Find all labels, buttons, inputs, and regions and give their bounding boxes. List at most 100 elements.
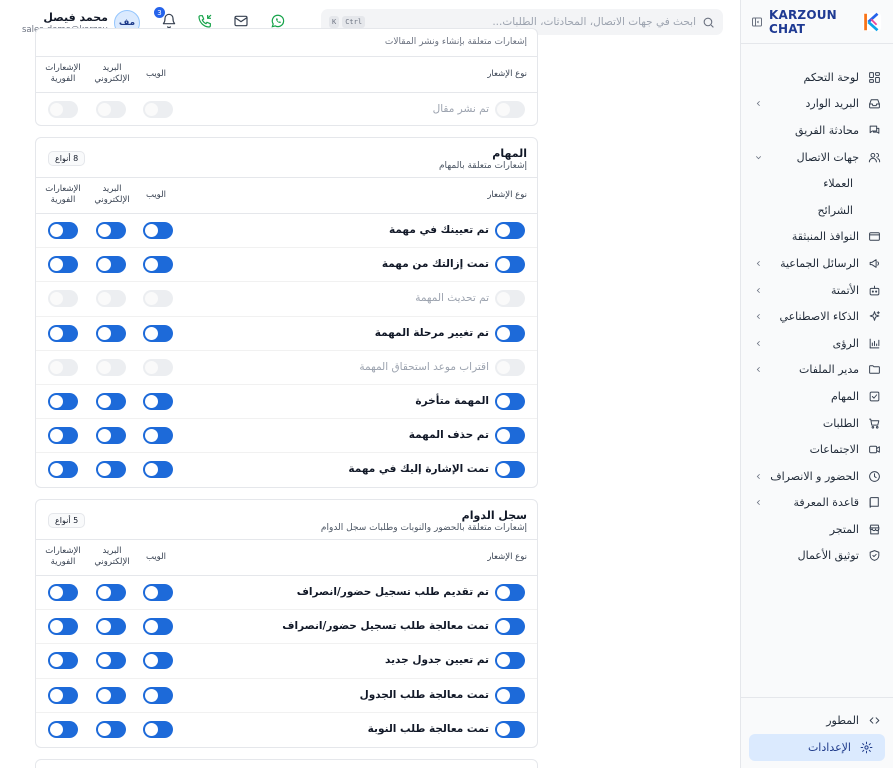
sidebar-item-code[interactable]: المطور xyxy=(741,707,893,734)
email-toggle[interactable] xyxy=(96,461,126,479)
email-toggle[interactable] xyxy=(96,686,126,704)
sidebar-item-clock[interactable]: الحضور و الانصراف xyxy=(741,463,893,490)
row-enable-toggle[interactable] xyxy=(495,324,525,342)
row-enable-toggle[interactable] xyxy=(495,101,525,118)
row-enable-toggle[interactable] xyxy=(495,686,525,704)
sidebar-item-label: المطور xyxy=(826,714,859,727)
sidebar-item-folder[interactable]: مدير الملفات xyxy=(741,357,893,384)
web-toggle[interactable] xyxy=(143,461,173,479)
push-toggle[interactable] xyxy=(48,461,78,479)
push-toggle[interactable] xyxy=(48,222,78,239)
push-toggle[interactable] xyxy=(48,101,78,118)
email-toggle[interactable] xyxy=(96,358,126,376)
push-toggle[interactable] xyxy=(48,584,78,601)
web-toggle[interactable] xyxy=(143,256,173,274)
chevron-left-icon[interactable] xyxy=(753,258,763,268)
email-toggle[interactable] xyxy=(96,392,126,410)
sidebar-item-gear[interactable]: الإعدادات xyxy=(749,734,885,761)
notification-type-label: تم نشر مقال xyxy=(432,103,489,115)
row-enable-toggle[interactable] xyxy=(495,618,525,636)
push-toggle[interactable] xyxy=(48,720,78,738)
sidebar-item-shield-check[interactable]: توثيق الأعمال xyxy=(741,543,893,570)
mail-icon[interactable] xyxy=(233,13,249,29)
web-toggle[interactable] xyxy=(143,101,173,118)
sidebar-item-chat[interactable]: محادثة الفريق xyxy=(741,117,893,144)
sidebar-item-chart[interactable]: الرؤى xyxy=(741,330,893,357)
notification-type-label: اقتراب موعد استحقاق المهمة xyxy=(359,360,489,373)
email-toggle[interactable] xyxy=(96,222,126,239)
web-toggle[interactable] xyxy=(143,324,173,342)
chevron-left-icon[interactable] xyxy=(753,365,763,375)
chevron-left-icon[interactable] xyxy=(753,471,763,481)
chevron-left-icon[interactable] xyxy=(753,99,763,109)
email-toggle[interactable] xyxy=(96,720,126,738)
row-enable-toggle[interactable] xyxy=(495,222,525,239)
whatsapp-icon[interactable] xyxy=(270,13,286,29)
web-toggle[interactable] xyxy=(143,290,173,308)
sidebar-item-bot[interactable]: الأتمتة xyxy=(741,277,893,304)
sidebar-item-label: العملاء xyxy=(823,177,853,191)
bell-icon[interactable]: 3 xyxy=(154,7,177,29)
email-toggle[interactable] xyxy=(96,618,126,636)
web-toggle[interactable] xyxy=(143,686,173,704)
sidebar-item-sub-4[interactable]: العملاء xyxy=(741,170,893,197)
push-toggle[interactable] xyxy=(48,652,78,670)
sidebar-item-video[interactable]: الاجتماعات xyxy=(741,436,893,463)
chevron-left-icon[interactable] xyxy=(753,338,763,348)
row-enable-toggle[interactable] xyxy=(495,256,525,274)
sidebar-item-store[interactable]: المتجر xyxy=(741,516,893,543)
sidebar-item-inbox[interactable]: البريد الوارد xyxy=(741,91,893,118)
email-toggle[interactable] xyxy=(96,427,126,445)
email-toggle[interactable] xyxy=(96,256,126,274)
email-toggle[interactable] xyxy=(96,324,126,342)
row-enable-toggle[interactable] xyxy=(495,720,525,738)
row-enable-toggle[interactable] xyxy=(495,461,525,479)
push-toggle[interactable] xyxy=(48,358,78,376)
email-toggle[interactable] xyxy=(96,584,126,601)
row-enable-toggle[interactable] xyxy=(495,427,525,445)
web-toggle[interactable] xyxy=(143,618,173,636)
email-toggle[interactable] xyxy=(96,290,126,308)
chevron-left-icon[interactable] xyxy=(753,285,763,295)
sidebar-item-popup[interactable]: النوافذ المنبثقة xyxy=(741,224,893,251)
web-toggle[interactable] xyxy=(143,222,173,239)
push-toggle[interactable] xyxy=(48,324,78,342)
web-toggle[interactable] xyxy=(143,392,173,410)
row-enable-toggle[interactable] xyxy=(495,392,525,410)
row-enable-toggle[interactable] xyxy=(495,584,525,601)
sidebar-item-sub-5[interactable]: الشرائح xyxy=(741,197,893,224)
sidebar-item-cart[interactable]: الطلبات xyxy=(741,410,893,437)
web-toggle[interactable] xyxy=(143,584,173,601)
push-toggle[interactable] xyxy=(48,256,78,274)
sidebar-item-book[interactable]: قاعدة المعرفة xyxy=(741,490,893,517)
sidebar-item-label: الإعدادات xyxy=(807,741,851,754)
row-enable-toggle[interactable] xyxy=(495,358,525,376)
push-toggle[interactable] xyxy=(48,290,78,308)
collapse-sidebar-icon[interactable] xyxy=(751,15,763,29)
col-email: البريد الإلكتروني xyxy=(94,184,130,205)
email-toggle[interactable] xyxy=(96,652,126,670)
phone-icon[interactable] xyxy=(197,13,213,29)
email-toggle[interactable] xyxy=(96,101,126,118)
web-toggle[interactable] xyxy=(143,427,173,445)
push-toggle[interactable] xyxy=(48,686,78,704)
web-toggle[interactable] xyxy=(143,652,173,670)
sidebar-item-megaphone[interactable]: الرسائل الجماعية xyxy=(741,250,893,277)
web-toggle[interactable] xyxy=(143,358,173,376)
sidebar-item-sparkles[interactable]: الذكاء الاصطناعي xyxy=(741,303,893,330)
push-toggle[interactable] xyxy=(48,427,78,445)
push-toggle[interactable] xyxy=(48,392,78,410)
push-toggle[interactable] xyxy=(48,618,78,636)
chevron-left-icon[interactable] xyxy=(753,312,763,322)
chevron-left-icon[interactable] xyxy=(753,498,763,508)
search-input[interactable]: ابحث في جهات الاتصال، المحادثات، الطلبات… xyxy=(371,16,696,28)
sidebar-item-dashboard[interactable]: لوحة التحكم xyxy=(741,64,893,91)
row-enable-toggle[interactable] xyxy=(495,290,525,308)
sidebar-item-task[interactable]: المهام xyxy=(741,383,893,410)
chevron-down-icon[interactable] xyxy=(753,152,763,162)
col-push: الإشعارات الفورية xyxy=(45,546,81,567)
web-toggle[interactable] xyxy=(143,720,173,738)
sidebar-item-users[interactable]: جهات الاتصال xyxy=(741,144,893,171)
row-enable-toggle[interactable] xyxy=(495,652,525,670)
sidebar-item-label: الرسائل الجماعية xyxy=(780,256,859,270)
